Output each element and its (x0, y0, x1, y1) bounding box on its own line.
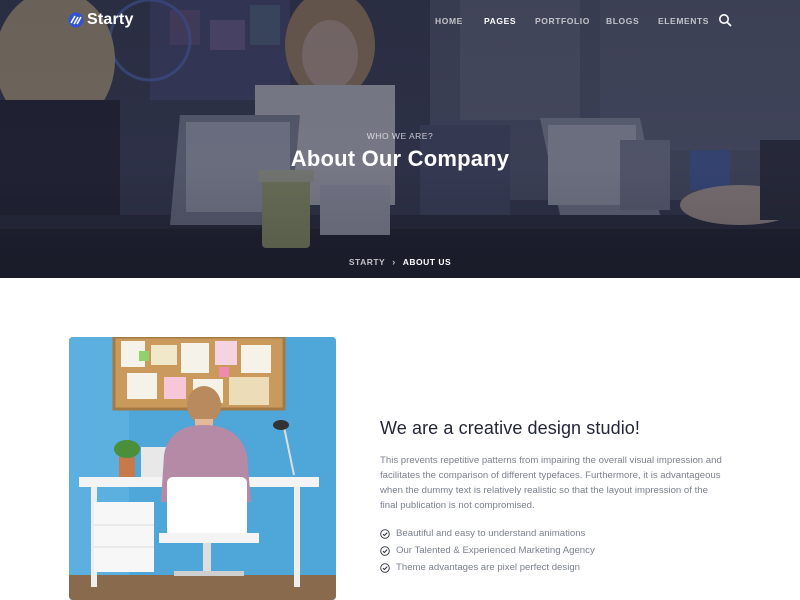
nav-item-portfolio[interactable]: PORTFOLIO (535, 16, 590, 26)
studio-illustration (69, 337, 336, 600)
nav-item-pages[interactable]: PAGES (484, 16, 516, 26)
feature-text: Our Talented & Experienced Marketing Age… (396, 545, 595, 556)
studio-photo (69, 337, 336, 600)
hero-subtitle: WHO WE ARE? (366, 131, 434, 141)
list-item: Our Talented & Experienced Marketing Age… (380, 542, 730, 559)
nav-item-blogs[interactable]: BLOGS (606, 16, 639, 26)
breadcrumb: STARTY › ABOUT US (0, 257, 800, 267)
page-title: About Our Company (290, 146, 510, 171)
hero-banner: Starty HOME PAGES PORTFOLIO BLOGS ELEMEN… (0, 0, 800, 278)
breadcrumb-current: ABOUT US (402, 257, 452, 267)
about-paragraph: This prevents repetitive patterns from i… (380, 455, 722, 511)
feature-list: Beautiful and easy to understand animati… (380, 525, 730, 576)
list-item: Beautiful and easy to understand animati… (380, 525, 730, 542)
list-item: Theme advantages are pixel perfect desig… (380, 559, 730, 576)
feature-text: Theme advantages are pixel perfect desig… (396, 562, 580, 573)
chevron-right-icon: › (392, 257, 396, 267)
feature-text: Beautiful and easy to understand animati… (396, 528, 586, 539)
main-nav: HOME PAGES PORTFOLIO BLOGS ELEMENTS (0, 16, 800, 30)
nav-item-elements[interactable]: ELEMENTS (658, 16, 709, 26)
check-circle-icon (380, 528, 390, 539)
check-circle-icon (380, 545, 390, 556)
search-icon[interactable] (718, 13, 732, 27)
about-text: We are a creative design studio! This pr… (380, 418, 730, 576)
nav-item-home[interactable]: HOME (435, 16, 463, 26)
check-circle-icon (380, 562, 390, 573)
about-heading: We are a creative design studio! (380, 418, 641, 438)
breadcrumb-home-link[interactable]: STARTY (349, 257, 385, 267)
